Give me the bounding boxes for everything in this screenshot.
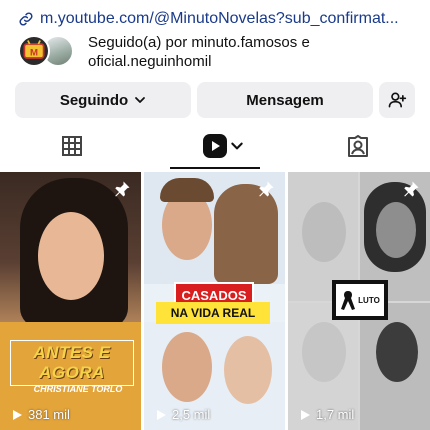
reel-banner: NA VIDA REAL — [156, 302, 270, 324]
followed-by[interactable]: M Seguido(a) por minuto.famosos e oficia… — [18, 32, 418, 72]
tab-reels[interactable] — [197, 126, 249, 166]
reel-tile[interactable]: CASADOS NA VIDA REAL 2,5 mil — [144, 172, 285, 430]
link-icon — [19, 12, 33, 26]
view-count: 381 mil — [10, 407, 70, 422]
message-button[interactable]: Mensagem — [197, 82, 373, 118]
reels-grid: ANTES E AGORA CHRISTIANE TORLO 381 mil C… — [0, 172, 430, 430]
tagged-icon — [348, 135, 368, 157]
profile-tabs — [0, 126, 430, 170]
pin-icon — [259, 181, 274, 197]
reel-overlay-text: ANTES E AGORA — [10, 340, 134, 386]
message-button-label: Mensagem — [246, 91, 324, 109]
reel-thumbnail-face — [224, 336, 272, 404]
reel-thumbnail-hair — [214, 184, 278, 284]
followed-by-text: Seguido(a) por minuto.famosos e oficial.… — [88, 34, 310, 70]
mourning-ribbon-icon — [341, 291, 356, 310]
chevron-down-icon — [231, 142, 243, 150]
reel-thumbnail-face — [376, 322, 418, 382]
pin-icon — [115, 181, 130, 197]
grid-icon — [62, 136, 82, 156]
svg-text:M: M — [30, 47, 38, 58]
reel-tile[interactable]: ANTES E AGORA CHRISTIANE TORLO 381 mil — [0, 172, 141, 430]
view-count-value: 1,7 mil — [316, 407, 355, 422]
reel-thumbnail-face — [302, 322, 346, 382]
profile-actions: Seguindo Mensagem — [15, 82, 417, 118]
play-icon — [157, 409, 166, 420]
reel-thumbnail-face — [38, 212, 104, 300]
chevron-down-icon — [135, 97, 146, 103]
following-button[interactable]: Seguindo — [15, 82, 191, 118]
avatar: M — [18, 35, 50, 67]
reel-thumbnail-face — [302, 202, 346, 262]
view-count: 1,7 mil — [298, 407, 354, 422]
tab-grid[interactable] — [56, 126, 88, 166]
following-button-label: Seguindo — [59, 91, 129, 109]
profile-link[interactable]: m.youtube.com/@MinutoNovelas?sub_confirm… — [18, 8, 418, 30]
play-icon — [13, 409, 22, 420]
reel-thumbnail-face — [162, 332, 212, 402]
view-count-value: 381 mil — [28, 407, 70, 422]
add-user-icon — [388, 92, 407, 108]
reel-caption: CHRISTIANE TORLO — [33, 384, 123, 394]
view-count-value: 2,5 mil — [172, 407, 211, 422]
active-tab-indicator — [170, 167, 260, 169]
profile-link-text[interactable]: m.youtube.com/@MinutoNovelas?sub_confirm… — [40, 10, 399, 28]
mutual-avatars: M — [18, 33, 78, 71]
mourning-badge: LUTO — [332, 280, 388, 320]
mourning-badge-text: LUTO — [358, 295, 380, 305]
pin-icon — [404, 181, 419, 197]
reel-thumbnail-face — [376, 202, 416, 258]
suggested-accounts-button[interactable] — [379, 82, 415, 118]
tab-tagged[interactable] — [342, 126, 374, 166]
play-icon — [301, 409, 310, 420]
reels-icon — [203, 134, 227, 158]
reel-thumbnail-hair — [160, 178, 214, 202]
reel-tile[interactable]: LUTO 1,7 mil — [288, 172, 430, 430]
view-count: 2,5 mil — [154, 407, 210, 422]
